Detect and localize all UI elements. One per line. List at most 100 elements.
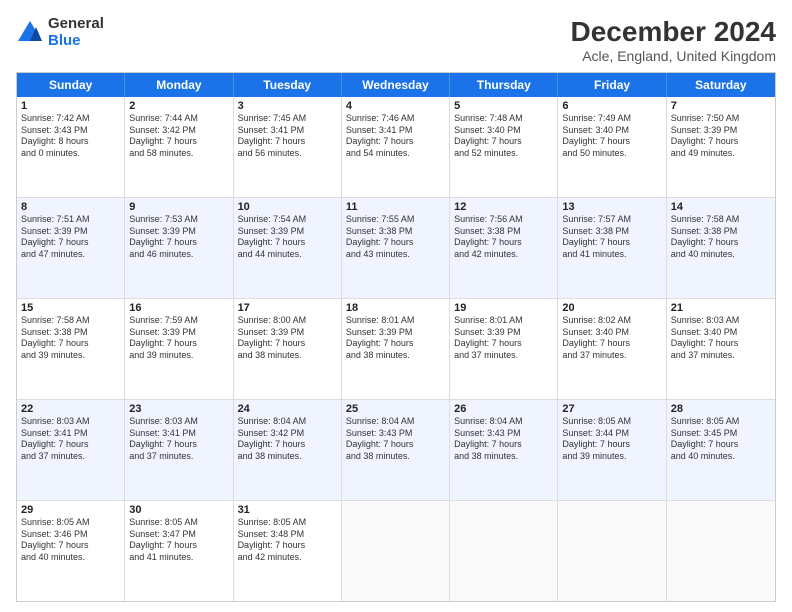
cell-info-line: Daylight: 7 hours — [454, 136, 553, 148]
cell-info-line: Sunset: 3:42 PM — [129, 125, 228, 137]
cell-info-line: Daylight: 7 hours — [238, 237, 337, 249]
cell-info-line: and 52 minutes. — [454, 148, 553, 160]
cell-info-line: Daylight: 7 hours — [346, 237, 445, 249]
day-cell-10: 10Sunrise: 7:54 AMSunset: 3:39 PMDayligh… — [234, 198, 342, 298]
cell-info-line: and 54 minutes. — [346, 148, 445, 160]
header-day-saturday: Saturday — [667, 73, 775, 97]
cell-info-line: Sunrise: 7:44 AM — [129, 113, 228, 125]
day-cell-31: 31Sunrise: 8:05 AMSunset: 3:48 PMDayligh… — [234, 501, 342, 601]
cell-info-line: and 38 minutes. — [346, 451, 445, 463]
day-cell-23: 23Sunrise: 8:03 AMSunset: 3:41 PMDayligh… — [125, 400, 233, 500]
calendar: SundayMondayTuesdayWednesdayThursdayFrid… — [16, 72, 776, 602]
cell-info-line: Sunrise: 8:05 AM — [129, 517, 228, 529]
day-cell-8: 8Sunrise: 7:51 AMSunset: 3:39 PMDaylight… — [17, 198, 125, 298]
logo-icon — [16, 19, 44, 47]
main-title: December 2024 — [571, 16, 776, 48]
day-cell-18: 18Sunrise: 8:01 AMSunset: 3:39 PMDayligh… — [342, 299, 450, 399]
cell-info-line: and 49 minutes. — [671, 148, 771, 160]
logo-general-label: General — [48, 16, 104, 33]
cell-info-line: Sunrise: 8:03 AM — [21, 416, 120, 428]
empty-cell — [450, 501, 558, 601]
cell-info-line: Daylight: 7 hours — [238, 338, 337, 350]
day-number: 11 — [346, 201, 445, 213]
cell-info-line: Sunrise: 7:58 AM — [21, 315, 120, 327]
cell-info-line: Sunset: 3:39 PM — [129, 226, 228, 238]
cell-info-line: and 43 minutes. — [346, 249, 445, 261]
calendar-row-3: 15Sunrise: 7:58 AMSunset: 3:38 PMDayligh… — [17, 298, 775, 399]
day-number: 22 — [21, 403, 120, 415]
day-number: 18 — [346, 302, 445, 314]
day-cell-22: 22Sunrise: 8:03 AMSunset: 3:41 PMDayligh… — [17, 400, 125, 500]
cell-info-line: Sunset: 3:48 PM — [238, 529, 337, 541]
cell-info-line: Sunrise: 7:57 AM — [562, 214, 661, 226]
cell-info-line: and 40 minutes. — [21, 552, 120, 564]
cell-info-line: Sunset: 3:45 PM — [671, 428, 771, 440]
cell-info-line: and 41 minutes. — [129, 552, 228, 564]
day-number: 3 — [238, 100, 337, 112]
cell-info-line: Sunset: 3:47 PM — [129, 529, 228, 541]
cell-info-line: Sunrise: 7:54 AM — [238, 214, 337, 226]
cell-info-line: and 47 minutes. — [21, 249, 120, 261]
day-number: 29 — [21, 504, 120, 516]
logo-text: General Blue — [48, 16, 104, 49]
day-cell-28: 28Sunrise: 8:05 AMSunset: 3:45 PMDayligh… — [667, 400, 775, 500]
day-cell-24: 24Sunrise: 8:04 AMSunset: 3:42 PMDayligh… — [234, 400, 342, 500]
cell-info-line: Daylight: 7 hours — [129, 136, 228, 148]
cell-info-line: and 38 minutes. — [238, 451, 337, 463]
day-number: 16 — [129, 302, 228, 314]
day-cell-20: 20Sunrise: 8:02 AMSunset: 3:40 PMDayligh… — [558, 299, 666, 399]
cell-info-line: Sunrise: 8:05 AM — [238, 517, 337, 529]
day-cell-7: 7Sunrise: 7:50 AMSunset: 3:39 PMDaylight… — [667, 97, 775, 197]
header-day-friday: Friday — [558, 73, 666, 97]
cell-info-line: Daylight: 7 hours — [671, 338, 771, 350]
cell-info-line: Sunset: 3:43 PM — [21, 125, 120, 137]
cell-info-line: Daylight: 7 hours — [129, 540, 228, 552]
day-number: 19 — [454, 302, 553, 314]
cell-info-line: Sunset: 3:39 PM — [21, 226, 120, 238]
cell-info-line: Sunrise: 8:04 AM — [238, 416, 337, 428]
cell-info-line: Sunset: 3:38 PM — [562, 226, 661, 238]
header-day-sunday: Sunday — [17, 73, 125, 97]
day-number: 28 — [671, 403, 771, 415]
cell-info-line: Sunrise: 7:58 AM — [671, 214, 771, 226]
header-day-thursday: Thursday — [450, 73, 558, 97]
day-number: 17 — [238, 302, 337, 314]
day-number: 26 — [454, 403, 553, 415]
cell-info-line: Sunrise: 7:51 AM — [21, 214, 120, 226]
subtitle: Acle, England, United Kingdom — [571, 48, 776, 64]
day-cell-9: 9Sunrise: 7:53 AMSunset: 3:39 PMDaylight… — [125, 198, 233, 298]
cell-info-line: and 42 minutes. — [454, 249, 553, 261]
cell-info-line: Daylight: 7 hours — [671, 237, 771, 249]
cell-info-line: Daylight: 7 hours — [238, 540, 337, 552]
cell-info-line: and 37 minutes. — [562, 350, 661, 362]
cell-info-line: and 38 minutes. — [346, 350, 445, 362]
cell-info-line: Daylight: 7 hours — [238, 136, 337, 148]
cell-info-line: Sunrise: 8:00 AM — [238, 315, 337, 327]
cell-info-line: Sunset: 3:41 PM — [346, 125, 445, 137]
day-number: 2 — [129, 100, 228, 112]
header-day-tuesday: Tuesday — [234, 73, 342, 97]
day-number: 6 — [562, 100, 661, 112]
cell-info-line: Sunrise: 8:03 AM — [129, 416, 228, 428]
day-cell-26: 26Sunrise: 8:04 AMSunset: 3:43 PMDayligh… — [450, 400, 558, 500]
cell-info-line: and 40 minutes. — [671, 249, 771, 261]
cell-info-line: Daylight: 7 hours — [346, 338, 445, 350]
day-number: 5 — [454, 100, 553, 112]
cell-info-line: Sunrise: 7:48 AM — [454, 113, 553, 125]
cell-info-line: and 39 minutes. — [21, 350, 120, 362]
cell-info-line: Sunrise: 8:01 AM — [346, 315, 445, 327]
cell-info-line: Sunset: 3:39 PM — [454, 327, 553, 339]
cell-info-line: Sunrise: 8:05 AM — [21, 517, 120, 529]
cell-info-line: and 44 minutes. — [238, 249, 337, 261]
cell-info-line: Sunrise: 8:03 AM — [671, 315, 771, 327]
cell-info-line: Sunrise: 7:49 AM — [562, 113, 661, 125]
calendar-header: SundayMondayTuesdayWednesdayThursdayFrid… — [17, 73, 775, 97]
day-number: 14 — [671, 201, 771, 213]
cell-info-line: Sunset: 3:39 PM — [671, 125, 771, 137]
cell-info-line: Sunset: 3:38 PM — [671, 226, 771, 238]
day-cell-16: 16Sunrise: 7:59 AMSunset: 3:39 PMDayligh… — [125, 299, 233, 399]
calendar-row-4: 22Sunrise: 8:03 AMSunset: 3:41 PMDayligh… — [17, 399, 775, 500]
cell-info-line: and 58 minutes. — [129, 148, 228, 160]
cell-info-line: Sunset: 3:38 PM — [21, 327, 120, 339]
cell-info-line: Daylight: 7 hours — [454, 439, 553, 451]
